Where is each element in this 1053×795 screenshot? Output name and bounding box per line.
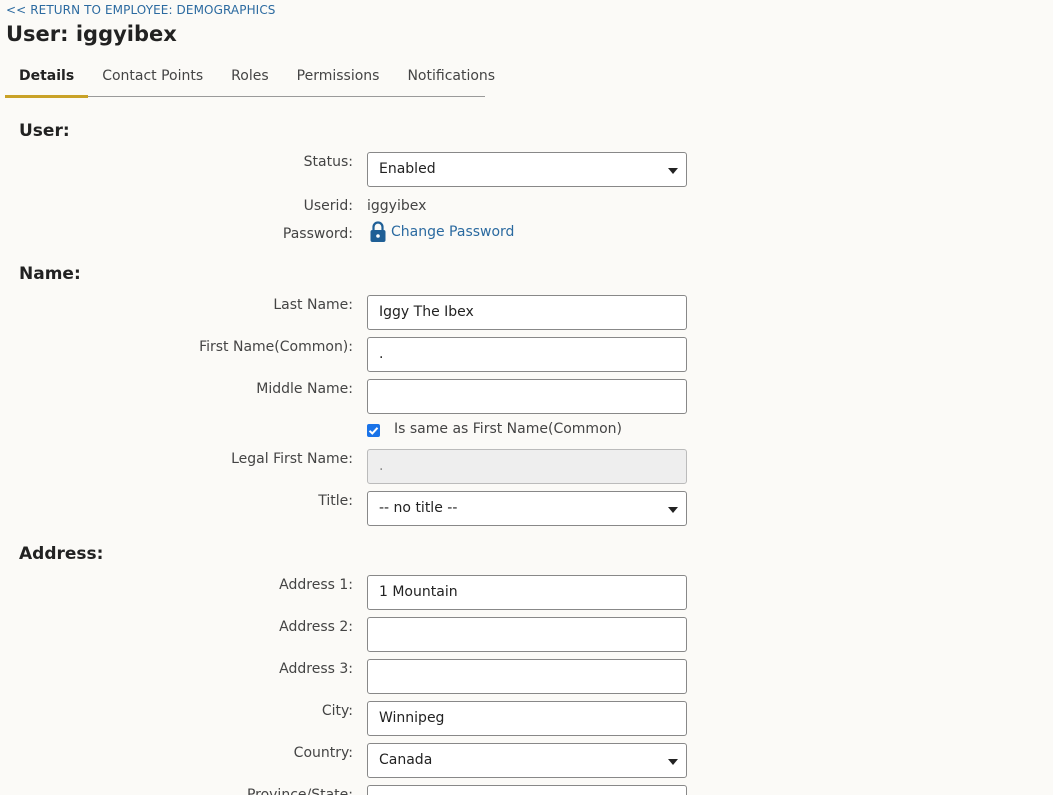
last-name-label: Last Name: xyxy=(273,297,353,313)
tab-bar: Details Contact Points Roles Permissions… xyxy=(5,60,495,98)
page-title: User: iggyibex xyxy=(6,22,177,46)
user-section-heading: User: xyxy=(19,121,70,141)
city-field[interactable]: Winnipeg xyxy=(367,701,687,736)
lock-icon xyxy=(369,221,387,243)
chevron-down-icon xyxy=(668,759,678,765)
first-name-label: First Name(Common): xyxy=(199,339,353,355)
return-to-employee-link[interactable]: << RETURN TO EMPLOYEE: DEMOGRAPHICS xyxy=(6,3,276,17)
address1-field[interactable]: 1 Mountain xyxy=(367,575,687,610)
title-select-value: -- no title -- xyxy=(379,500,458,516)
chevron-down-icon xyxy=(668,507,678,513)
address3-field[interactable] xyxy=(367,659,687,694)
chevron-down-icon xyxy=(668,168,678,174)
last-name-field[interactable]: Iggy The Ibex xyxy=(367,295,687,330)
middle-name-field[interactable] xyxy=(367,379,687,414)
tab-notifications[interactable]: Notifications xyxy=(393,60,509,96)
address-section-heading: Address: xyxy=(19,544,104,564)
status-select-value: Enabled xyxy=(379,161,436,177)
country-select-value: Canada xyxy=(379,752,433,768)
country-label: Country: xyxy=(293,745,353,761)
first-name-field[interactable]: . xyxy=(367,337,687,372)
address1-label: Address 1: xyxy=(279,577,353,593)
legal-first-name-row: Legal First Name: . xyxy=(0,449,700,485)
middle-name-row: Middle Name: xyxy=(0,379,700,415)
status-label: Status: xyxy=(303,154,353,170)
userid-label: Userid: xyxy=(303,198,353,214)
same-as-first-checkbox[interactable] xyxy=(367,424,380,437)
change-password-link[interactable]: Change Password xyxy=(369,221,514,243)
address3-row: Address 3: xyxy=(0,659,700,695)
title-label: Title: xyxy=(318,493,353,509)
password-row: Password: Change Password xyxy=(0,221,700,260)
change-password-text: Change Password xyxy=(391,224,515,240)
address3-label: Address 3: xyxy=(279,661,353,677)
status-select[interactable]: Enabled xyxy=(367,152,687,187)
city-label: City: xyxy=(321,703,353,719)
name-section-heading: Name: xyxy=(19,264,81,284)
province-label: Province/State: xyxy=(246,787,353,795)
tab-roles[interactable]: Roles xyxy=(217,60,282,96)
tab-permissions[interactable]: Permissions xyxy=(283,60,394,96)
middle-name-label: Middle Name: xyxy=(256,381,353,397)
userid-value: iggyibex xyxy=(367,198,427,214)
address1-row: Address 1: 1 Mountain xyxy=(0,575,700,611)
province-row: Province/State: xyxy=(0,785,700,795)
province-select[interactable] xyxy=(367,785,687,795)
city-row: City: Winnipeg xyxy=(0,701,700,737)
country-select[interactable]: Canada xyxy=(367,743,687,778)
same-as-first-label: Is same as First Name(Common) xyxy=(394,421,622,437)
tab-details[interactable]: Details xyxy=(5,60,89,98)
title-row: Title: -- no title -- xyxy=(0,491,700,527)
country-row: Country: Canada xyxy=(0,743,700,779)
status-row: Status: Enabled xyxy=(0,152,700,188)
password-label: Password: xyxy=(282,226,353,242)
address2-label: Address 2: xyxy=(279,619,353,635)
last-name-row: Last Name: Iggy The Ibex xyxy=(0,295,700,331)
address2-field[interactable] xyxy=(367,617,687,652)
legal-first-name-label: Legal First Name: xyxy=(231,451,353,467)
legal-first-name-field: . xyxy=(367,449,687,484)
title-select[interactable]: -- no title -- xyxy=(367,491,687,526)
tab-contact-points[interactable]: Contact Points xyxy=(88,60,217,96)
address2-row: Address 2: xyxy=(0,617,700,653)
first-name-row: First Name(Common): . xyxy=(0,337,700,373)
